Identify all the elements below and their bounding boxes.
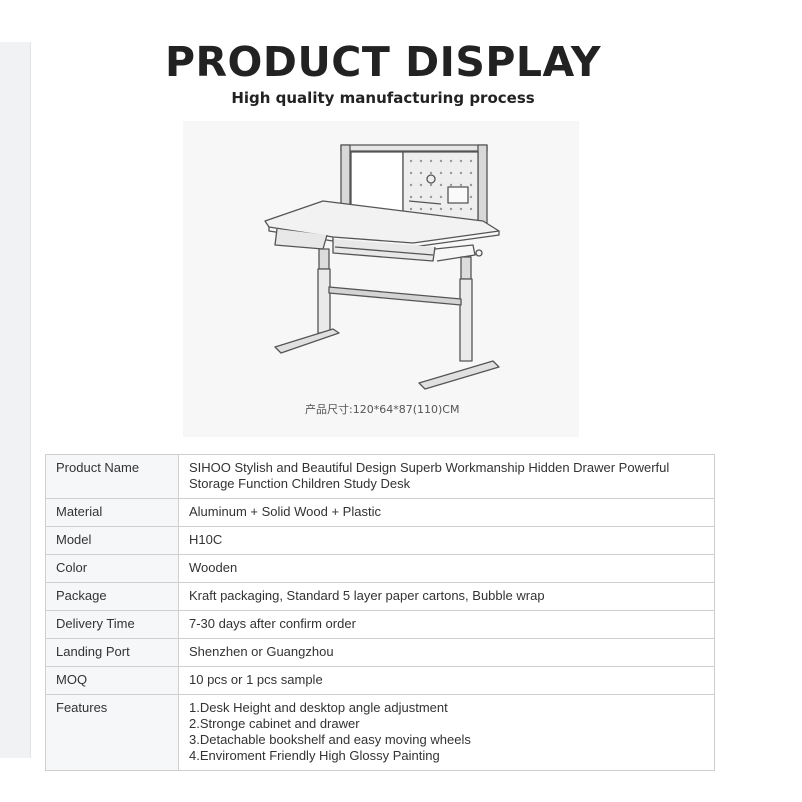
spec-value: Kraft packaging, Standard 5 layer paper … — [178, 582, 715, 611]
spec-value: SIHOO Stylish and Beautiful Design Super… — [178, 454, 715, 499]
spec-label: Color — [45, 554, 179, 583]
table-row: MOQ 10 pcs or 1 pcs sample — [45, 666, 715, 695]
product-image: 产品尺寸:120*64*87(110)CM — [183, 121, 579, 437]
spec-value: Aluminum + Solid Wood + Plastic — [178, 498, 715, 527]
spec-label: Delivery Time — [45, 610, 179, 639]
dimension-caption: 产品尺寸:120*64*87(110)CM — [305, 402, 459, 416]
page-subtitle: High quality manufacturing process — [231, 89, 535, 107]
feature-item: 1.Desk Height and desktop angle adjustme… — [189, 700, 448, 715]
table-row: Color Wooden — [45, 554, 715, 583]
feature-item: 4.Enviroment Friendly High Glossy Painti… — [189, 748, 440, 763]
page-title: PRODUCT DISPLAY — [164, 38, 602, 86]
table-row: Package Kraft packaging, Standard 5 laye… — [45, 582, 715, 611]
feature-item: 2.Stronge cabinet and drawer — [189, 716, 360, 731]
table-row: Model H10C — [45, 526, 715, 555]
spec-label: Landing Port — [45, 638, 179, 667]
table-row: Product Name SIHOO Stylish and Beautiful… — [45, 454, 715, 499]
spec-label: MOQ — [45, 666, 179, 695]
spec-value: 10 pcs or 1 pcs sample — [178, 666, 715, 695]
desk-line-drawing: 产品尺寸:120*64*87(110)CM — [264, 144, 500, 416]
left-sidebar-strip — [0, 42, 31, 758]
spec-table: Product Name SIHOO Stylish and Beautiful… — [45, 454, 715, 771]
table-row: Material Aluminum + Solid Wood + Plastic — [45, 498, 715, 527]
spec-label: Package — [45, 582, 179, 611]
spec-value: Shenzhen or Guangzhou — [178, 638, 715, 667]
spec-label: Product Name — [45, 454, 179, 499]
spec-value: 7-30 days after confirm order — [178, 610, 715, 639]
table-row: Landing Port Shenzhen or Guangzhou — [45, 638, 715, 667]
spec-label: Features — [45, 694, 179, 771]
spec-label: Model — [45, 526, 179, 555]
spec-value: Wooden — [178, 554, 715, 583]
spec-value: H10C — [178, 526, 715, 555]
features-list: 1.Desk Height and desktop angle adjustme… — [178, 694, 715, 771]
table-row: Delivery Time 7-30 days after confirm or… — [45, 610, 715, 639]
feature-item: 3.Detachable bookshelf and easy moving w… — [189, 732, 471, 747]
spec-label: Material — [45, 498, 179, 527]
table-row: Features 1.Desk Height and desktop angle… — [45, 694, 715, 771]
